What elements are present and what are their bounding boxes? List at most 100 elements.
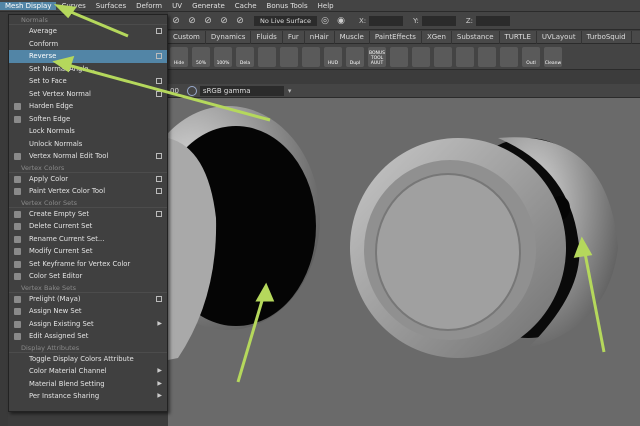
3d-viewport[interactable]: [168, 98, 640, 426]
shelf-tab-fur[interactable]: Fur: [283, 30, 305, 44]
shelf-tab-painteffects[interactable]: PaintEffects: [370, 30, 422, 44]
shelf-tab-turtle[interactable]: TURTLE: [500, 30, 537, 44]
menu-item-icon: [14, 188, 21, 195]
chevron-down-icon[interactable]: ▾: [288, 87, 292, 95]
snap-grid-icon[interactable]: ⊘: [170, 15, 182, 27]
menu-item-icon: [14, 175, 21, 183]
menu-help[interactable]: Help: [313, 2, 339, 10]
shelf-button[interactable]: Cleanw: [544, 46, 562, 67]
menu-item-delete-current-set[interactable]: Delete Current Set: [9, 220, 167, 233]
shelf-button[interactable]: [434, 46, 452, 67]
menu-item-set-vertex-normal[interactable]: Set Vertex Normal: [9, 88, 167, 101]
gamma-select[interactable]: sRGB gamma: [199, 85, 284, 96]
x-field[interactable]: [369, 15, 404, 26]
snap-curve-icon[interactable]: ⊘: [186, 15, 198, 27]
menu-deform[interactable]: Deform: [131, 2, 167, 10]
menu-item-harden-edge[interactable]: Harden Edge: [9, 100, 167, 113]
shelf-button[interactable]: [478, 46, 496, 67]
shelf-tab-muscle[interactable]: Muscle: [335, 30, 370, 44]
option-box-icon[interactable]: [156, 28, 162, 34]
menu-item-apply-color[interactable]: Apply Color: [9, 173, 167, 186]
option-box-icon[interactable]: [156, 78, 162, 84]
menu-item-material-blend-setting[interactable]: Material Blend Setting ▶: [9, 378, 167, 391]
shelf-tab-fluids[interactable]: Fluids: [251, 30, 283, 44]
shelf-button[interactable]: BONUS TOOL AUUT: [368, 46, 386, 67]
menu-item-color-set-editor[interactable]: Color Set Editor: [9, 270, 167, 283]
menu-item-unlock-normals[interactable]: Unlock Normals: [9, 138, 167, 151]
menu-mesh-display[interactable]: Mesh Display: [0, 1, 57, 10]
shelf-button[interactable]: [390, 46, 408, 67]
shelf-tab-custom[interactable]: Custom: [168, 30, 206, 44]
z-field[interactable]: [476, 15, 511, 26]
menu-item-toggle-display-colors-attribute[interactable]: Toggle Display Colors Attribute: [9, 353, 167, 366]
option-box-icon[interactable]: [156, 210, 162, 217]
option-box-icon[interactable]: [156, 295, 162, 302]
menu-item-create-empty-set[interactable]: Create Empty Set: [9, 208, 167, 221]
menu-surfaces[interactable]: Surfaces: [91, 2, 131, 10]
ipr-icon[interactable]: ◉: [335, 15, 347, 27]
shelf-tab-substance[interactable]: Substance: [452, 30, 500, 44]
menu-item-soften-edge[interactable]: Soften Edge: [9, 113, 167, 126]
y-field[interactable]: [421, 15, 456, 26]
snap-point-icon[interactable]: ⊘: [202, 15, 214, 27]
shelf-tab-nhair[interactable]: nHair: [305, 30, 335, 44]
option-box-icon[interactable]: [156, 53, 162, 59]
menu-item-set-normal-angle[interactable]: Set Normal Angle...: [9, 63, 167, 76]
menu-item-icon: [14, 223, 21, 230]
shelf-button[interactable]: Dupl: [346, 46, 364, 67]
menu-item-reverse[interactable]: Reverse: [9, 50, 167, 63]
menu-item-average[interactable]: Average: [9, 25, 167, 38]
menu-section-header: Vertex Colors: [9, 163, 167, 173]
viewbar-number[interactable]: 00: [170, 87, 179, 95]
shelf-button[interactable]: [302, 46, 320, 67]
menu-cache[interactable]: Cache: [230, 2, 262, 10]
menu-curves[interactable]: Curves: [56, 2, 90, 10]
menu-item-color-material-channel[interactable]: Color Material Channel ▶: [9, 365, 167, 378]
shelf-button[interactable]: Hide: [170, 46, 188, 67]
menu-item-prelight-maya[interactable]: Prelight (Maya): [9, 293, 167, 306]
live-surface-field[interactable]: No Live Surface: [254, 15, 318, 26]
render-icon[interactable]: ◎: [319, 15, 331, 27]
shelf-tab-turbosquid[interactable]: TurboSquid: [582, 30, 632, 44]
shelf-button[interactable]: HUD: [324, 46, 342, 67]
option-box-icon[interactable]: [156, 90, 162, 97]
shelf-tab-xgen[interactable]: XGen: [422, 30, 452, 44]
shelf-button[interactable]: 50%: [192, 46, 210, 67]
menu-item-label: Set Normal Angle...: [29, 64, 95, 73]
menu-item-icon: [14, 153, 21, 160]
menu-item-set-keyframe-for-vertex-color[interactable]: Set Keyframe for Vertex Color: [9, 258, 167, 271]
color-management-icon[interactable]: [186, 85, 197, 96]
shelf-button[interactable]: [456, 46, 474, 67]
menu-item-modify-current-set[interactable]: Modify Current Set: [9, 245, 167, 258]
shelf-button[interactable]: [258, 46, 276, 67]
shelf-tab-dynamics[interactable]: Dynamics: [206, 30, 252, 44]
menu-item-edit-assigned-set[interactable]: Edit Assigned Set: [9, 330, 167, 343]
shelf-button[interactable]: 100%: [214, 46, 232, 67]
menu-item-assign-existing-set[interactable]: Assign Existing Set ▶: [9, 318, 167, 331]
menu-item-label: Rename Current Set...: [29, 234, 105, 243]
menu-item-assign-new-set[interactable]: Assign New Set: [9, 305, 167, 318]
menu-item-per-instance-sharing[interactable]: Per Instance Sharing ▶: [9, 390, 167, 403]
option-box-icon[interactable]: [156, 153, 162, 159]
menu-item-set-to-face[interactable]: Set to Face: [9, 75, 167, 88]
menu-item-conform[interactable]: Conform: [9, 38, 167, 51]
shelf-button[interactable]: Outl: [522, 46, 540, 67]
menu-item-paint-vertex-color-tool[interactable]: Paint Vertex Color Tool: [9, 185, 167, 198]
option-box-icon[interactable]: [156, 175, 162, 182]
menu-generate[interactable]: Generate: [187, 2, 230, 10]
shelf-button[interactable]: [280, 46, 298, 67]
menu-bonus-tools[interactable]: Bonus Tools: [262, 2, 313, 10]
option-box-icon[interactable]: [156, 188, 162, 194]
menu-item-vertex-normal-edit-tool[interactable]: Vertex Normal Edit Tool: [9, 150, 167, 163]
shelf-button[interactable]: [500, 46, 518, 67]
shelf-button[interactable]: [412, 46, 430, 67]
menu-item-label: Set to Face: [29, 77, 67, 85]
shelf-button[interactable]: Dela: [236, 46, 254, 67]
snap-live-icon[interactable]: ⊘: [234, 15, 246, 27]
menu-item-rename-current-set[interactable]: Rename Current Set...: [9, 233, 167, 246]
menu-item-lock-normals[interactable]: Lock Normals: [9, 125, 167, 138]
menu-uv[interactable]: UV: [167, 2, 187, 10]
menu-item-label: Material Blend Setting: [29, 379, 105, 388]
shelf-tab-uvlayout[interactable]: UVLayout: [537, 30, 582, 44]
snap-plane-icon[interactable]: ⊘: [218, 15, 230, 27]
